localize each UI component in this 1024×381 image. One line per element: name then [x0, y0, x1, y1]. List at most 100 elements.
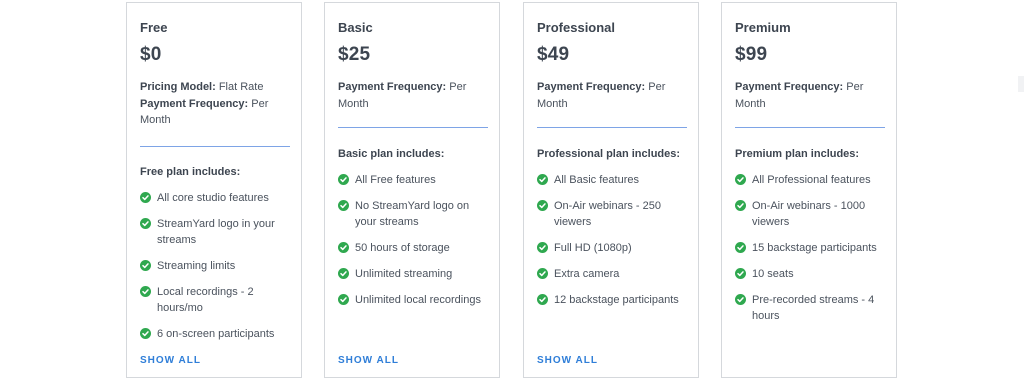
feature-text: Full HD (1080p) — [554, 242, 632, 254]
feature-text: 6 on-screen participants — [157, 328, 275, 340]
plan-name: Free — [140, 20, 168, 35]
list-item: All Basic features — [537, 172, 692, 188]
check-circle-icon — [537, 200, 548, 211]
payment-frequency-line: Payment Frequency: Per Month — [338, 79, 478, 112]
meta-key: Payment Frequency: — [735, 81, 844, 93]
feature-text: Unlimited streaming — [355, 268, 453, 280]
check-circle-icon — [537, 294, 548, 305]
feature-text: All Professional features — [752, 174, 871, 186]
includes-title: Professional plan includes: — [537, 148, 681, 160]
meta-key: Payment Frequency: — [140, 97, 249, 110]
list-item: Local recordings - 2 hours/mo — [140, 284, 295, 316]
includes-title: Premium plan includes: — [735, 148, 860, 160]
plan-meta: Pricing Model: Flat Rate Payment Frequen… — [140, 79, 280, 129]
feature-text: On-Air webinars - 250 viewers — [554, 200, 661, 228]
plan-card-premium: Premium $99 Payment Frequency: Per Month… — [721, 2, 897, 378]
list-item: On-Air webinars - 250 viewers — [537, 198, 692, 230]
check-circle-icon — [338, 242, 349, 253]
feature-text: Streaming limits — [157, 260, 236, 272]
check-circle-icon — [338, 174, 349, 185]
feature-text: All Free features — [355, 174, 436, 186]
feature-text: 10 seats — [752, 268, 794, 280]
plan-name: Basic — [338, 20, 373, 35]
list-item: Streaming limits — [140, 258, 295, 274]
plan-price: $99 — [735, 44, 768, 65]
feature-list: All Basic features On-Air webinars - 250… — [537, 172, 692, 318]
show-all-link[interactable]: SHOW ALL — [537, 355, 598, 366]
plan-card-professional: Professional $49 Payment Frequency: Per … — [523, 2, 699, 378]
check-circle-icon — [735, 268, 746, 279]
plan-card-free: Free $0 Pricing Model: Flat Rate Payment… — [126, 2, 302, 378]
check-circle-icon — [735, 174, 746, 185]
plan-name: Professional — [537, 20, 616, 35]
check-circle-icon — [338, 268, 349, 279]
list-item: 10 seats — [735, 266, 890, 282]
includes-title: Free plan includes: — [140, 166, 241, 178]
list-item: Unlimited local recordings — [338, 292, 493, 308]
feature-text: StreamYard logo in your streams — [157, 218, 275, 246]
feature-list: All core studio features StreamYard logo… — [140, 190, 295, 352]
check-circle-icon — [140, 286, 151, 297]
list-item: On-Air webinars - 1000 viewers — [735, 198, 890, 230]
list-item: All core studio features — [140, 190, 295, 206]
feature-list: All Professional features On-Air webinar… — [735, 172, 890, 334]
feature-text: No StreamYard logo on your streams — [355, 200, 470, 228]
list-item: 12 backstage participants — [537, 292, 692, 308]
plan-name: Premium — [735, 20, 791, 35]
feature-text: 12 backstage participants — [554, 294, 679, 306]
show-all-link[interactable]: SHOW ALL — [338, 355, 399, 366]
plan-meta: Payment Frequency: Per Month — [537, 79, 677, 112]
check-circle-icon — [537, 174, 548, 185]
feature-text: Unlimited local recordings — [355, 294, 481, 306]
list-item: All Free features — [338, 172, 493, 188]
divider — [735, 127, 885, 128]
feature-list: All Free features No StreamYard logo on … — [338, 172, 493, 318]
feature-text: All Basic features — [554, 174, 639, 186]
list-item: Pre-recorded streams - 4 hours — [735, 292, 890, 324]
feature-text: 50 hours of storage — [355, 242, 450, 254]
plan-price: $49 — [537, 44, 570, 65]
feature-text: All core studio features — [157, 192, 269, 204]
feature-text: On-Air webinars - 1000 viewers — [752, 200, 866, 228]
check-circle-icon — [537, 268, 548, 279]
list-item: No StreamYard logo on your streams — [338, 198, 493, 230]
check-circle-icon — [735, 294, 746, 305]
meta-key: Payment Frequency: — [338, 81, 447, 93]
check-circle-icon — [140, 260, 151, 271]
list-item: 15 backstage participants — [735, 240, 890, 256]
divider — [537, 127, 687, 128]
plan-price: $0 — [140, 44, 162, 65]
check-circle-icon — [735, 242, 746, 253]
list-item: All Professional features — [735, 172, 890, 188]
check-circle-icon — [537, 242, 548, 253]
divider — [140, 146, 290, 147]
feature-text: 15 backstage participants — [752, 242, 877, 254]
payment-frequency-line: Payment Frequency: Per Month — [735, 79, 875, 112]
meta-value: Flat Rate — [215, 81, 264, 93]
check-circle-icon — [338, 200, 349, 211]
pricing-model-line: Pricing Model: Flat Rate — [140, 79, 280, 96]
payment-frequency-line: Payment Frequency: Per Month — [537, 79, 677, 112]
show-all-link[interactable]: SHOW ALL — [140, 355, 201, 366]
check-circle-icon — [735, 200, 746, 211]
feature-text: Extra camera — [554, 268, 620, 280]
payment-frequency-line: Payment Frequency: Per Month — [140, 96, 280, 129]
list-item: 50 hours of storage — [338, 240, 493, 256]
meta-key: Payment Frequency: — [537, 81, 646, 93]
check-circle-icon — [140, 192, 151, 203]
list-item: StreamYard logo in your streams — [140, 216, 295, 248]
list-item: Full HD (1080p) — [537, 240, 692, 256]
list-item: 6 on-screen participants — [140, 326, 295, 342]
list-item: Extra camera — [537, 266, 692, 282]
includes-title: Basic plan includes: — [338, 148, 445, 160]
plan-card-basic: Basic $25 Payment Frequency: Per Month B… — [324, 2, 500, 378]
scroll-edge-indicator — [1018, 76, 1024, 92]
plan-meta: Payment Frequency: Per Month — [735, 79, 875, 112]
meta-key: Pricing Model: — [140, 81, 216, 93]
feature-text: Local recordings - 2 hours/mo — [157, 286, 254, 314]
divider — [338, 127, 488, 128]
feature-text: Pre-recorded streams - 4 hours — [752, 294, 875, 322]
check-circle-icon — [140, 218, 151, 229]
check-circle-icon — [140, 328, 151, 339]
plan-price: $25 — [338, 44, 371, 65]
